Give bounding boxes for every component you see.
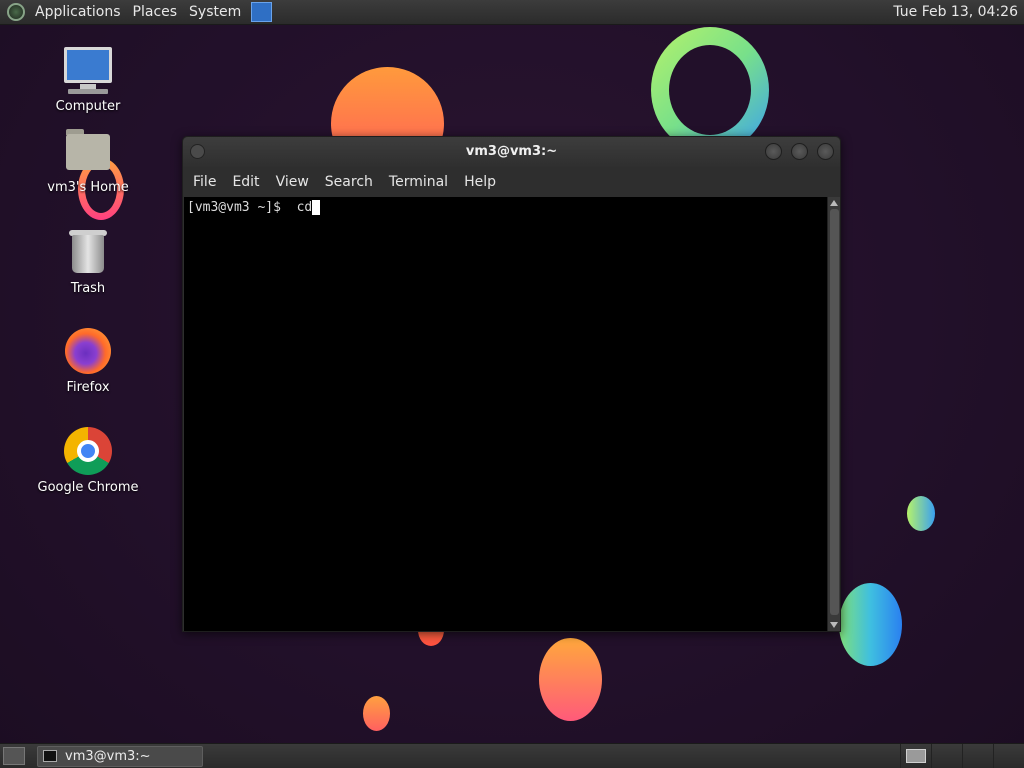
computer-icon xyxy=(63,45,113,95)
firefox-icon xyxy=(63,326,113,376)
taskbar-window-button[interactable]: vm3@vm3:~ xyxy=(37,745,203,767)
terminal-output[interactable]: [vm3@vm3 ~]$ cd xyxy=(184,197,827,631)
minimize-button[interactable] xyxy=(765,143,782,160)
distro-logo-icon[interactable] xyxy=(7,3,25,21)
trash-icon xyxy=(63,227,113,277)
taskbar-window-label: vm3@vm3:~ xyxy=(65,748,151,764)
wallpaper-ring xyxy=(651,27,769,153)
menu-terminal[interactable]: Terminal xyxy=(382,174,455,190)
maximize-button[interactable] xyxy=(791,143,808,160)
menu-view[interactable]: View xyxy=(269,174,316,190)
desktop-icon-trash[interactable]: Trash xyxy=(28,227,148,296)
menu-file[interactable]: File xyxy=(186,174,223,190)
wallpaper-bubble xyxy=(839,583,902,666)
scrollbar-thumb[interactable] xyxy=(830,209,839,615)
command-input[interactable]: cd xyxy=(297,200,313,215)
workspace-4[interactable] xyxy=(993,743,1024,768)
desktop-icon-home[interactable]: vm3's Home xyxy=(28,126,148,195)
terminal-window[interactable]: vm3@vm3:~ File Edit View Search Terminal… xyxy=(182,136,841,632)
desktop-icon-firefox[interactable]: Firefox xyxy=(28,326,148,395)
desktop-icon-computer[interactable]: Computer xyxy=(28,45,148,114)
shell-prompt: [vm3@vm3 ~]$ xyxy=(187,200,281,215)
home-folder-icon xyxy=(63,126,113,176)
applications-menu[interactable]: Applications xyxy=(29,0,127,25)
scroll-up-icon[interactable] xyxy=(830,200,838,206)
wallpaper-bubble xyxy=(907,496,935,531)
close-button[interactable] xyxy=(817,143,834,160)
terminal-scrollbar[interactable] xyxy=(827,197,840,631)
workspace-2[interactable] xyxy=(931,743,962,768)
system-menu[interactable]: System xyxy=(183,0,247,25)
text-cursor xyxy=(312,200,321,215)
menu-search[interactable]: Search xyxy=(318,174,380,190)
chrome-icon xyxy=(63,426,113,476)
clock[interactable]: Tue Feb 13, 04:26 xyxy=(893,4,1024,20)
workspace-1[interactable] xyxy=(900,743,931,768)
workspace-switcher xyxy=(900,743,1024,768)
window-titlebar[interactable]: vm3@vm3:~ xyxy=(183,137,840,167)
system-monitor-icon[interactable] xyxy=(251,2,273,22)
wallpaper-bubble xyxy=(539,638,602,721)
menu-help[interactable]: Help xyxy=(457,174,503,190)
show-desktop-icon[interactable] xyxy=(3,747,25,765)
workspace-3[interactable] xyxy=(962,743,993,768)
menu-edit[interactable]: Edit xyxy=(225,174,266,190)
desktop-icon-label: Trash xyxy=(70,281,106,296)
desktop-icon-label: Computer xyxy=(55,99,121,114)
window-title: vm3@vm3:~ xyxy=(465,144,558,159)
desktop-icon-chrome[interactable]: Google Chrome xyxy=(28,426,148,495)
scroll-down-icon[interactable] xyxy=(830,622,838,628)
terminal-icon xyxy=(43,750,57,762)
wallpaper-bubble xyxy=(363,696,390,731)
places-menu[interactable]: Places xyxy=(127,0,184,25)
bottom-panel: vm3@vm3:~ xyxy=(0,743,1024,768)
terminal-menubar: File Edit View Search Terminal Help xyxy=(183,167,840,197)
desktop-icon-label: Firefox xyxy=(66,380,110,395)
desktop-icon-label: Google Chrome xyxy=(37,480,139,495)
desktop-icon-label: vm3's Home xyxy=(47,180,129,195)
top-panel: Applications Places System Tue Feb 13, 0… xyxy=(0,0,1024,25)
